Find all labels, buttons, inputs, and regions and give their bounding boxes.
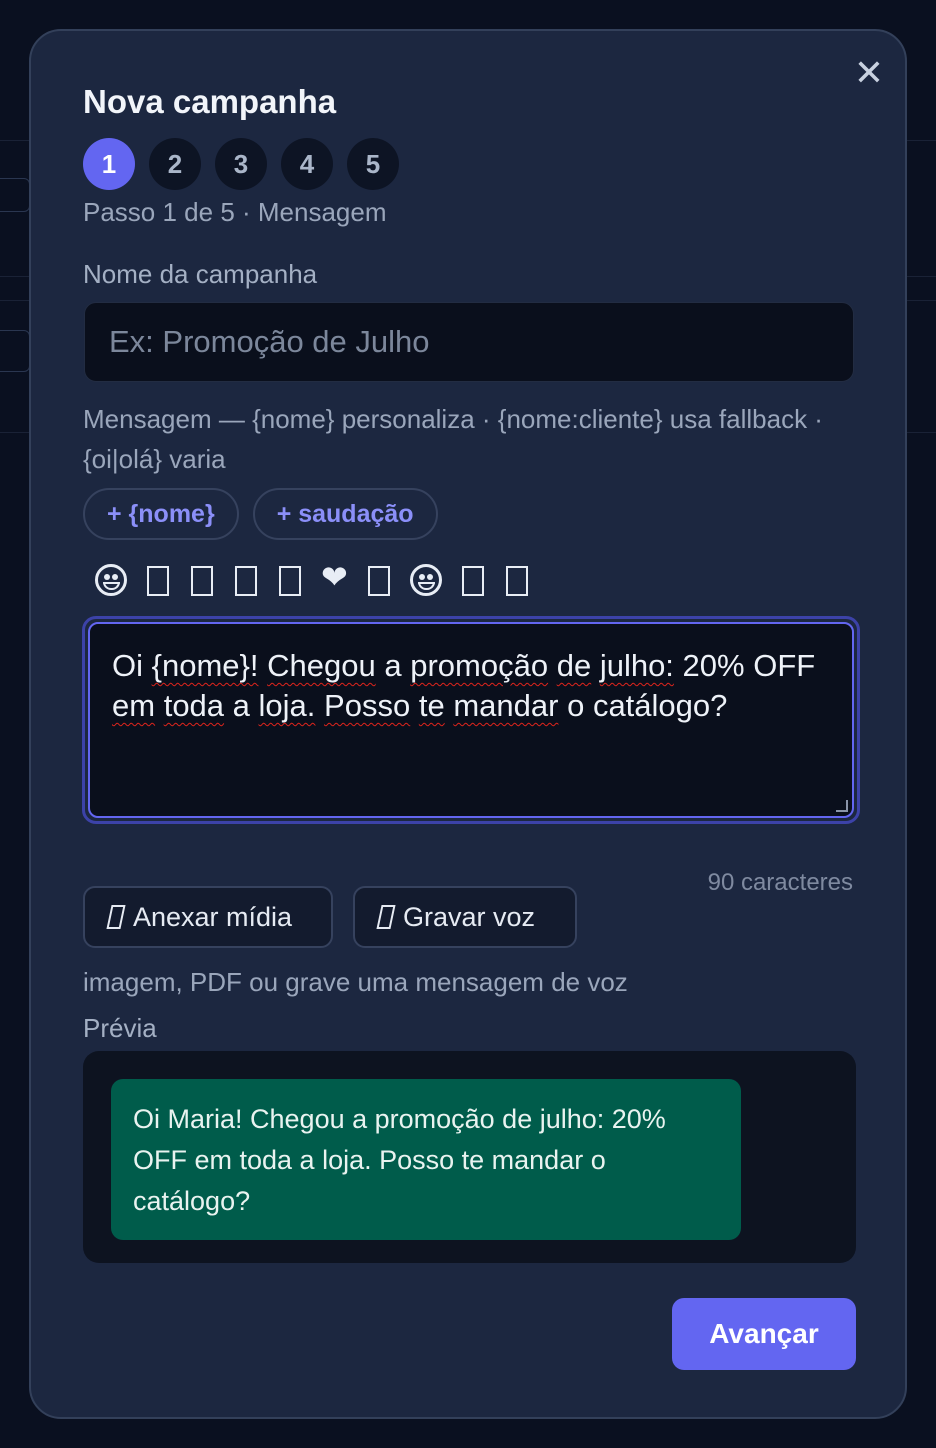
background-chip	[0, 330, 30, 372]
misspelled-word: te	[418, 688, 445, 723]
next-button[interactable]: Avançar	[672, 1298, 856, 1370]
misspelled-word: promoção	[410, 648, 549, 683]
step-5[interactable]: 5	[347, 138, 399, 190]
missing-glyph-icon[interactable]	[461, 566, 484, 596]
missing-glyph-icon[interactable]	[505, 566, 528, 596]
misspelled-word: julho:	[599, 648, 674, 683]
emoji-bar: ❤	[95, 555, 530, 599]
missing-glyph-icon[interactable]	[367, 566, 390, 596]
close-icon[interactable]: ✕	[853, 55, 885, 91]
record-voice-label: Gravar voz	[403, 901, 536, 932]
missing-glyph-icon[interactable]	[279, 566, 301, 596]
attach-media-button[interactable]: Anexar mídia	[83, 886, 333, 948]
message-word: catálogo?	[592, 688, 728, 723]
misspelled-word: loja.	[258, 688, 316, 723]
step-4[interactable]: 4	[281, 138, 333, 190]
missing-glyph-icon[interactable]	[235, 566, 257, 596]
red-heart-icon[interactable]: ❤	[321, 555, 348, 599]
message-word: a	[232, 688, 250, 723]
message-word: 20%	[682, 648, 745, 683]
resize-handle-icon[interactable]	[836, 800, 848, 812]
variable-chips: + {nome} + saudação	[83, 488, 438, 540]
message-word: a	[384, 648, 402, 683]
misspelled-word: Posso	[324, 688, 411, 723]
step-1[interactable]: 1	[83, 138, 135, 190]
campaign-name-input[interactable]	[84, 302, 854, 382]
step-3[interactable]: 3	[215, 138, 267, 190]
message-textarea-focus-ring: Oi {nome}! Chegou a promoção de julho: 2…	[82, 616, 860, 824]
misspelled-word: toda	[163, 688, 225, 723]
misspelled-word: Chegou	[267, 648, 376, 683]
microphone-icon	[376, 905, 396, 929]
record-voice-button[interactable]: Gravar voz	[353, 886, 577, 948]
background-chip	[0, 178, 30, 212]
stepper: 1 2 3 4 5	[83, 138, 399, 190]
attach-media-label: Anexar mídia	[133, 901, 293, 932]
message-preview: Oi Maria! Chegou a promoção de julho: 20…	[83, 1051, 856, 1263]
preview-label: Prévia	[83, 1013, 157, 1043]
new-campaign-modal: ✕ Nova campanha 1 2 3 4 5 Passo 1 de 5 ·…	[29, 29, 907, 1419]
missing-glyph-icon[interactable]	[191, 566, 213, 596]
message-hint: Mensagem — {nome} personaliza · {nome:cl…	[83, 404, 823, 474]
message-word: o	[567, 688, 585, 723]
misspelled-word: de	[556, 648, 592, 683]
grinning-face-icon[interactable]	[95, 564, 127, 596]
modal-title: Nova campanha	[83, 83, 337, 120]
step-2[interactable]: 2	[149, 138, 201, 190]
misspelled-word: {nome}!	[151, 648, 259, 683]
insert-name-chip[interactable]: + {nome}	[83, 488, 239, 540]
preview-bubble: Oi Maria! Chegou a promoção de julho: 20…	[111, 1079, 741, 1240]
missing-glyph-icon[interactable]	[147, 566, 169, 596]
misspelled-word: em	[112, 688, 156, 723]
message-word: Oi	[112, 648, 143, 683]
step-caption: Passo 1 de 5 · Mensagem	[83, 197, 387, 227]
misspelled-word: mandar	[453, 688, 559, 723]
media-hint: imagem, PDF ou grave uma mensagem de voz	[83, 967, 628, 997]
message-word: OFF	[753, 648, 816, 683]
tears-of-joy-icon[interactable]	[409, 564, 442, 596]
character-count: 90 caracteres	[707, 869, 853, 896]
campaign-name-label: Nome da campanha	[83, 259, 318, 289]
message-text: Oi {nome}! Chegou a promoção de julho: 2…	[112, 648, 815, 723]
insert-greeting-chip[interactable]: + saudação	[252, 488, 438, 540]
message-textarea[interactable]: Oi {nome}! Chegou a promoção de julho: 2…	[88, 622, 854, 818]
paperclip-icon	[106, 905, 126, 929]
